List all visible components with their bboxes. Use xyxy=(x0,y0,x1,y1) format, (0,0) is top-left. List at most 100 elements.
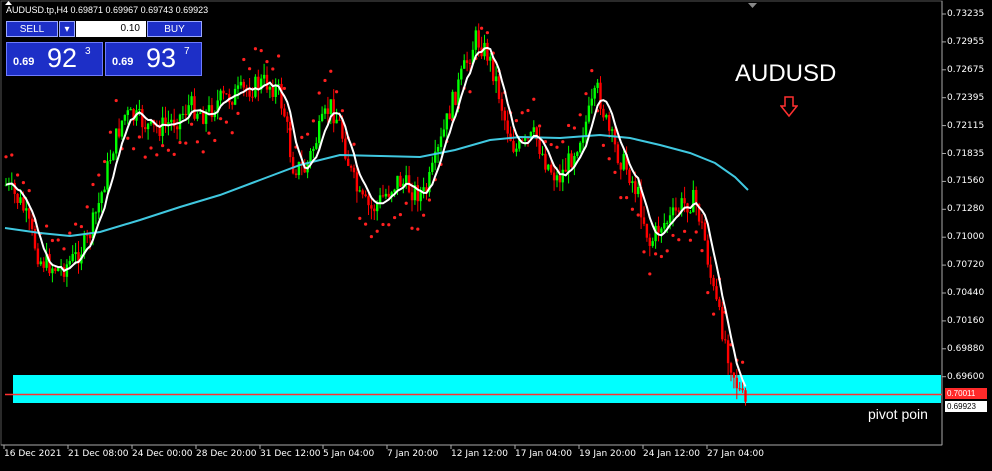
price-tick-label: 0.72395 xyxy=(947,92,985,103)
sar-dot xyxy=(207,131,211,135)
candles-layer xyxy=(4,23,747,406)
candle-body xyxy=(709,264,712,278)
candle-body xyxy=(576,152,579,157)
candle-body xyxy=(352,167,356,173)
sell-price-button[interactable]: 0.69 92 3 xyxy=(6,42,103,76)
candle-body xyxy=(454,91,457,105)
sar-dot xyxy=(340,109,344,113)
sar-dot xyxy=(103,159,107,164)
candle-body xyxy=(593,87,596,99)
candle-body xyxy=(196,113,199,119)
time-tick-label: 28 Dec 20:00 xyxy=(196,449,257,459)
candle-body xyxy=(289,121,292,158)
candle-body xyxy=(120,120,124,137)
lot-size-input[interactable]: 0.10 xyxy=(76,21,146,37)
sar-dot xyxy=(21,181,25,185)
sar-dot xyxy=(62,247,66,251)
candle-body xyxy=(660,228,663,233)
candle-body xyxy=(712,277,715,287)
candle-body xyxy=(117,128,121,137)
sar-dot xyxy=(300,135,304,139)
candle-body xyxy=(451,91,454,120)
candle-body xyxy=(515,148,518,152)
candle-body xyxy=(367,196,370,206)
candle-body xyxy=(584,121,588,138)
candle-body xyxy=(236,85,240,89)
sar-dot xyxy=(253,47,257,51)
sar-dot xyxy=(712,312,716,316)
sar-dot xyxy=(230,131,234,135)
candle-body xyxy=(277,83,280,85)
buy-price-button[interactable]: 0.69 93 7 xyxy=(105,42,202,76)
candle-body xyxy=(465,60,469,63)
candle-body xyxy=(231,102,234,105)
sar-dot xyxy=(79,224,83,229)
sar-dot xyxy=(404,201,408,205)
candle-body xyxy=(332,99,335,124)
candle-body xyxy=(677,210,680,212)
candle-body xyxy=(599,82,602,109)
buy-button[interactable]: BUY xyxy=(147,21,202,37)
sar-dot xyxy=(27,189,31,193)
candle-body xyxy=(100,192,103,204)
candle-body xyxy=(187,105,190,116)
candle-body xyxy=(405,175,408,184)
price-tick-label: 0.71000 xyxy=(947,232,985,243)
candle-body xyxy=(129,109,132,111)
sar-dot xyxy=(416,227,420,231)
candle-body xyxy=(294,173,298,176)
sar-dot xyxy=(16,173,20,177)
price-tick-label: 0.72675 xyxy=(947,64,985,75)
sar-dot xyxy=(114,98,118,103)
buy-price-prefix: 0.69 xyxy=(112,56,134,68)
sar-dot xyxy=(149,146,153,150)
candle-body xyxy=(564,169,567,172)
candle-body xyxy=(460,68,463,80)
candle-body xyxy=(30,218,34,230)
candle-body xyxy=(347,158,350,166)
sar-dot xyxy=(683,229,687,233)
sar-dot xyxy=(393,215,397,220)
candle-body xyxy=(616,144,620,163)
candle-body xyxy=(309,150,312,163)
candle-body xyxy=(349,165,353,168)
candle-body xyxy=(726,340,730,364)
sar-dot xyxy=(694,230,698,234)
sar-dot xyxy=(561,140,565,144)
candle-body xyxy=(741,388,744,391)
candle-body xyxy=(141,108,144,128)
sar-dot xyxy=(358,216,362,220)
candle-body xyxy=(251,96,254,98)
candle-body xyxy=(622,154,625,170)
candle-body xyxy=(538,139,541,154)
candle-body xyxy=(550,164,553,173)
candle-body xyxy=(422,187,425,192)
candle-body xyxy=(54,268,57,272)
price-tick-label: 0.70720 xyxy=(947,260,985,271)
sar-dot xyxy=(219,117,223,121)
sar-dot xyxy=(677,238,681,242)
sell-button[interactable]: SELL xyxy=(6,21,58,37)
time-tick-label: 24 Jan 12:00 xyxy=(643,449,700,459)
sar-dot xyxy=(613,170,617,174)
candle-body xyxy=(94,212,98,214)
sar-dot xyxy=(50,238,55,243)
candle-body xyxy=(318,121,321,144)
time-tick-label: 19 Jan 20:00 xyxy=(579,449,636,459)
candle-body xyxy=(590,98,593,106)
sar-dot xyxy=(619,195,623,200)
candle-body xyxy=(497,76,501,100)
lot-dropdown-icon[interactable]: ▾ xyxy=(59,21,75,37)
candle-body xyxy=(648,237,651,246)
candle-body xyxy=(274,84,277,97)
candle-body xyxy=(361,190,364,195)
sar-dot xyxy=(74,222,78,226)
time-tick-label: 12 Jan 12:00 xyxy=(451,449,508,459)
sar-dot xyxy=(654,252,658,256)
chart-area[interactable]: AUDUSD.tp,H4 0.69871 0.69967 0.69743 0.6… xyxy=(0,0,992,471)
candle-body xyxy=(596,82,599,88)
sar-dot xyxy=(68,231,72,235)
candle-body xyxy=(541,153,544,155)
sar-dot xyxy=(381,222,385,227)
candle-body xyxy=(489,56,492,61)
